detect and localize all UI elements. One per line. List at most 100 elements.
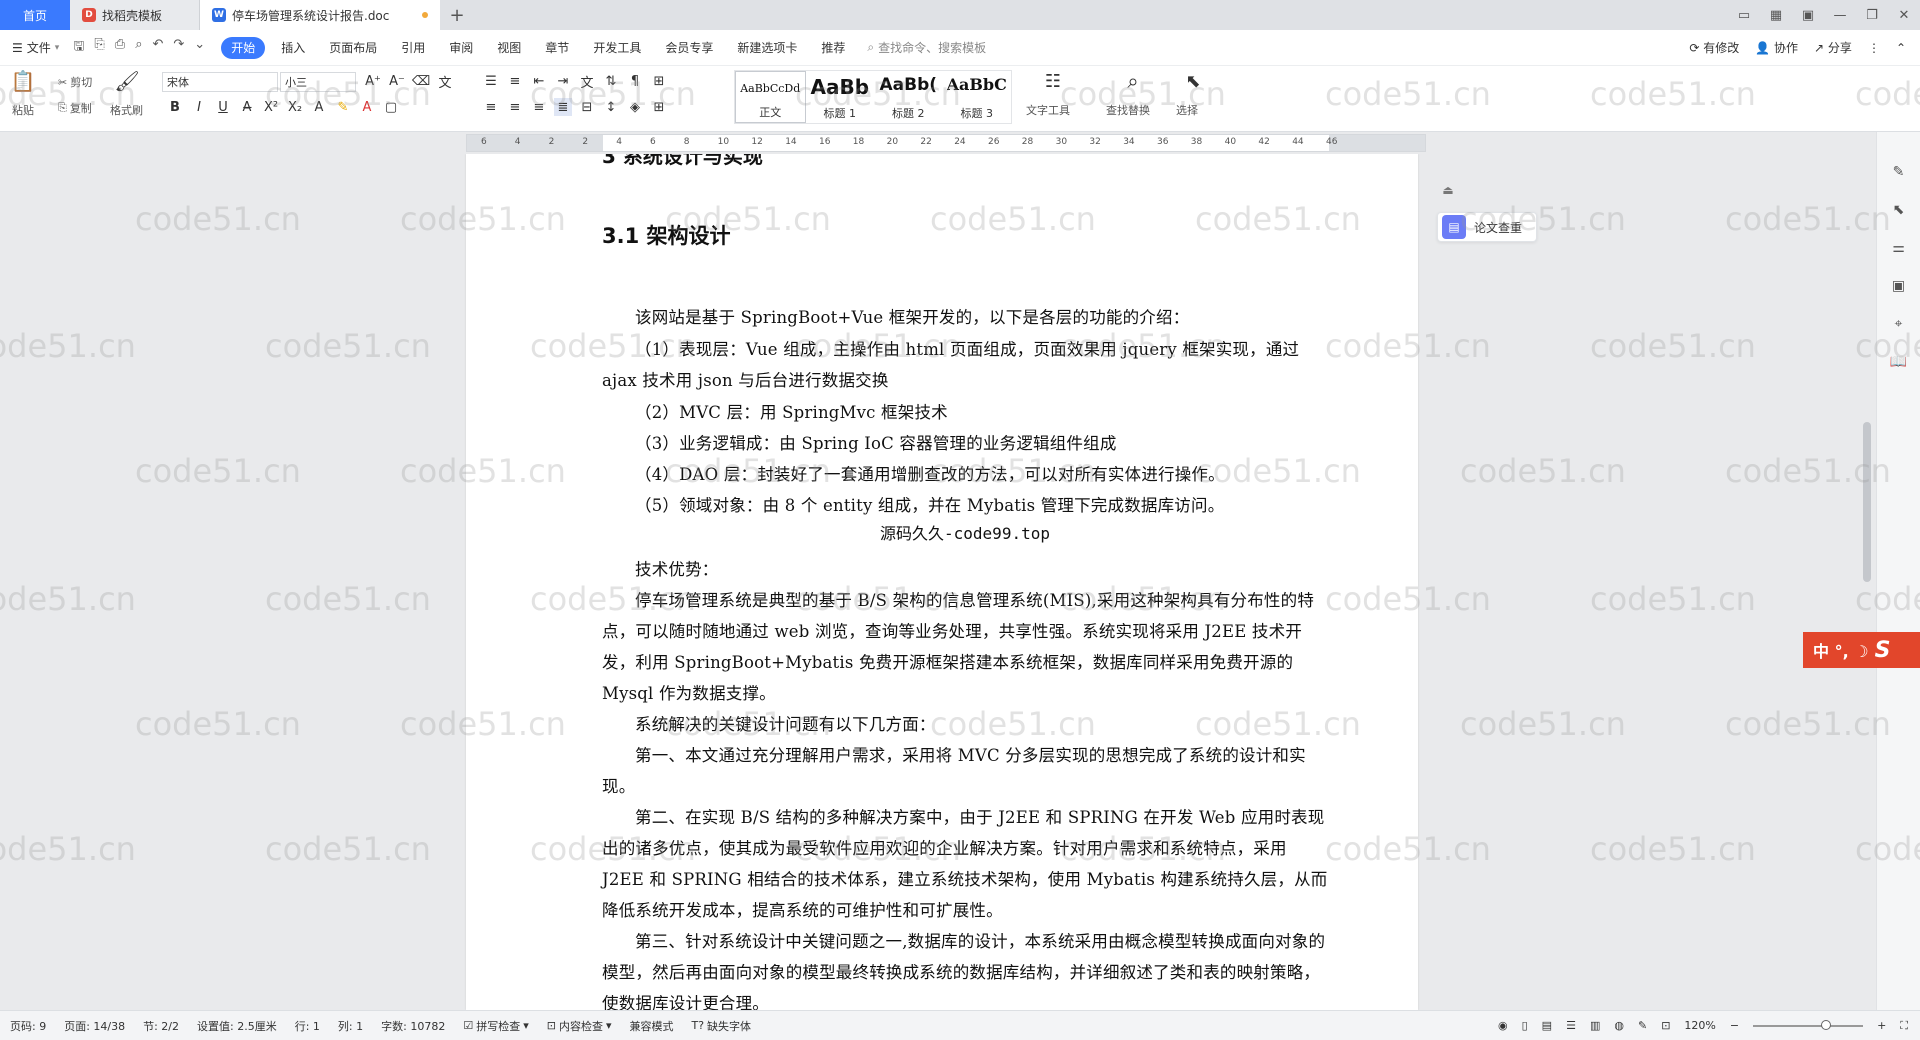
print-icon[interactable]: ⎙ — [115, 37, 125, 59]
fullscreen-icon[interactable]: ⛶ — [1900, 1019, 1908, 1033]
line-spacing-icon[interactable]: ↕ — [602, 98, 620, 116]
write-view-icon[interactable]: ✎ — [1638, 1019, 1647, 1032]
strikethrough-icon[interactable]: A̶ — [238, 98, 256, 116]
text-effect-icon[interactable]: A — [310, 98, 328, 116]
export-pdf-icon[interactable]: ⎘ — [94, 37, 104, 59]
minimize-button[interactable]: — — [1824, 0, 1856, 30]
outline-view-icon[interactable]: ☰ — [1566, 1019, 1576, 1032]
menu-new-tab[interactable]: 新建选项卡 — [725, 37, 809, 59]
document-page[interactable]: 3 系统设计与实现 3.1 架构设计 该网站是基于 SpringBoot+Vue… — [466, 154, 1418, 1010]
grid-icon[interactable]: ▦ — [1760, 0, 1792, 30]
menu-reference[interactable]: 引用 — [389, 37, 437, 59]
shrink-font-icon[interactable]: A⁻ — [388, 72, 406, 90]
font-color-icon[interactable]: A — [358, 98, 376, 116]
select-button[interactable]: ⬉ — [1184, 71, 1202, 92]
file-menu[interactable]: ☰ 文件 ▾ — [12, 39, 59, 56]
plagiarism-check-button[interactable]: ▤ 论文查重 — [1437, 212, 1537, 242]
justify-icon[interactable]: ≣ — [554, 98, 572, 116]
style-heading-1[interactable]: AaBb 标题 1 — [806, 71, 875, 123]
web-view-icon[interactable]: ◍ — [1614, 1019, 1624, 1032]
font-name-select[interactable]: 宋体 — [162, 72, 278, 92]
menu-devtools[interactable]: 开发工具 — [581, 37, 653, 59]
spell-check-button[interactable]: ☑ 拼写检查 ▾ — [463, 1018, 528, 1034]
ime-indicator[interactable]: 中 °, ☽ S — [1803, 632, 1920, 668]
increase-indent-icon[interactable]: ⇥ — [554, 72, 572, 90]
bold-icon[interactable]: B — [166, 98, 184, 116]
skin-icon[interactable]: ▣ — [1792, 0, 1824, 30]
collapse-ribbon-icon[interactable]: ⌃ — [1896, 41, 1906, 55]
scrollbar-thumb[interactable] — [1863, 422, 1871, 582]
menu-recommend[interactable]: 推荐 — [809, 37, 857, 59]
reading-view-icon[interactable]: ▥ — [1590, 1019, 1600, 1032]
menu-layout[interactable]: 页面布局 — [317, 37, 389, 59]
status-col[interactable]: 列: 1 — [338, 1018, 363, 1034]
print-preview-icon[interactable]: ⌕ — [135, 37, 142, 59]
book-icon[interactable]: 📖 — [1889, 352, 1909, 372]
show-marks-icon[interactable]: ¶ — [626, 72, 644, 90]
image-icon[interactable]: ▣ — [1889, 276, 1909, 296]
status-page[interactable]: 页面: 14/38 — [64, 1018, 125, 1034]
align-left-icon[interactable]: ≡ — [482, 98, 500, 116]
menu-review[interactable]: 审阅 — [437, 37, 485, 59]
align-center-icon[interactable]: ≡ — [506, 98, 524, 116]
share-button[interactable]: ↗ 分享 — [1814, 39, 1852, 56]
find-replace-button[interactable]: ⌕ — [1124, 69, 1142, 93]
status-page-code[interactable]: 页码: 9 — [10, 1018, 46, 1034]
subscript-icon[interactable]: X₂ — [286, 98, 304, 116]
pinyin-icon[interactable]: 文 — [436, 72, 454, 91]
content-check-button[interactable]: ⊡ 内容检查 ▾ — [547, 1018, 612, 1034]
vertical-scrollbar[interactable] — [1860, 132, 1874, 1010]
close-button[interactable]: ✕ — [1888, 0, 1920, 30]
cut-button[interactable]: ✂ 剪切 — [58, 74, 92, 90]
pointer-icon[interactable]: ⬉ — [1889, 200, 1909, 220]
sort-icon[interactable]: ⇅ — [602, 72, 620, 90]
style-heading-3[interactable]: AaBbC 标题 3 — [943, 71, 1012, 123]
style-normal[interactable]: AaBbCcDd 正文 — [735, 71, 806, 123]
tab-template[interactable]: D 找稻壳模板 — [70, 0, 200, 30]
layout-icon[interactable]: ▭ — [1728, 0, 1760, 30]
scroll-top-icon[interactable]: ⏏ — [1436, 180, 1460, 200]
menu-chapter[interactable]: 章节 — [533, 37, 581, 59]
decrease-indent-icon[interactable]: ⇤ — [530, 72, 548, 90]
undo-icon[interactable]: ↶ — [152, 37, 163, 59]
paste-button[interactable]: 📋 — [11, 69, 36, 93]
new-tab-button[interactable]: + — [440, 0, 474, 30]
text-tool-button[interactable]: ☷ — [1044, 71, 1062, 92]
menu-member[interactable]: 会员专享 — [653, 37, 725, 59]
borders-icon[interactable]: ⊞ — [650, 98, 668, 116]
char-border-icon[interactable]: ▢ — [382, 98, 400, 116]
menu-start[interactable]: 开始 — [221, 36, 266, 59]
zoom-out-button[interactable]: − — [1730, 1019, 1739, 1032]
eye-protect-icon[interactable]: ◉ — [1498, 1019, 1508, 1032]
read-mode-icon[interactable]: ▯ — [1522, 1019, 1528, 1032]
table-tools-icon[interactable]: ⊞ — [650, 72, 668, 90]
highlight-icon[interactable]: ✎ — [334, 98, 352, 116]
align-right-icon[interactable]: ≡ — [530, 98, 548, 116]
location-icon[interactable]: ⌖ — [1889, 314, 1909, 334]
more-icon[interactable]: ⋮ — [1868, 41, 1880, 55]
collaborate-button[interactable]: 👤 协作 — [1755, 39, 1798, 56]
zoom-slider-knob[interactable] — [1821, 1019, 1832, 1030]
customize-icon[interactable]: ⌄ — [194, 37, 205, 59]
chinese-layout-icon[interactable]: 文 — [578, 72, 596, 91]
redo-icon[interactable]: ↷ — [173, 37, 184, 59]
adjust-icon[interactable]: ⚌ — [1889, 238, 1909, 258]
bullet-list-icon[interactable]: ☰ — [482, 72, 500, 90]
italic-icon[interactable]: I — [190, 98, 208, 116]
shading-icon[interactable]: ◈ — [626, 98, 644, 116]
status-section[interactable]: 节: 2/2 — [143, 1018, 179, 1034]
zoom-level[interactable]: 120% — [1684, 1019, 1715, 1032]
style-heading-2[interactable]: AaBb( 标题 2 — [874, 71, 943, 123]
copy-button[interactable]: ⎘ 复制 — [58, 100, 92, 116]
numbered-list-icon[interactable]: ≡ — [506, 72, 524, 90]
menu-view[interactable]: 视图 — [485, 37, 533, 59]
zoom-in-button[interactable]: + — [1877, 1019, 1886, 1032]
status-words[interactable]: 字数: 10782 — [381, 1018, 445, 1034]
underline-icon[interactable]: U — [214, 98, 232, 116]
save-icon[interactable]: 🖫 — [73, 37, 84, 59]
status-row[interactable]: 行: 1 — [295, 1018, 320, 1034]
horizontal-ruler[interactable]: 6 4 2 2 4 6 8 10 12 14 16 18 20 22 24 26 28 30 32 34 36 38 40 4… — [466, 134, 1426, 152]
tab-document[interactable]: W 停车场管理系统设计报告.doc — [200, 0, 440, 30]
distributed-icon[interactable]: ⊟ — [578, 98, 596, 116]
format-painter-button[interactable]: 🖌 — [114, 69, 139, 93]
